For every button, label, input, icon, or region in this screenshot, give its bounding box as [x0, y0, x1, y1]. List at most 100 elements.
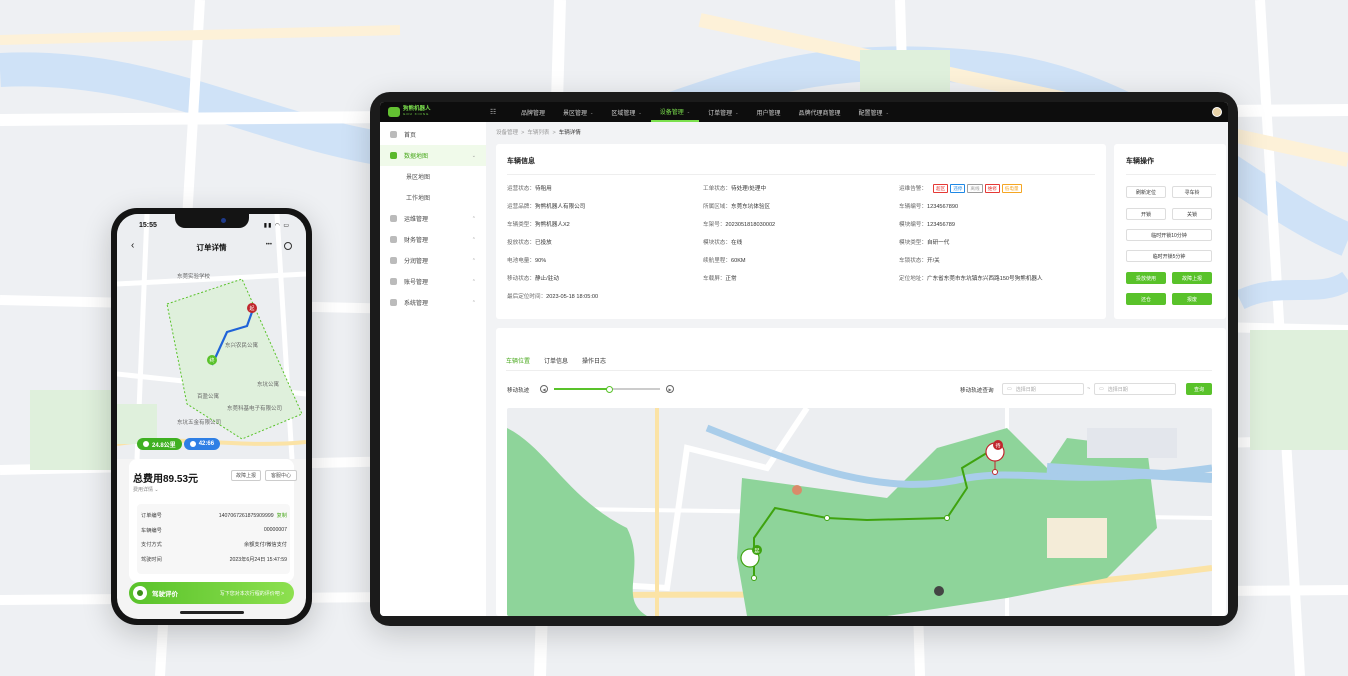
- clock-icon: [189, 441, 196, 447]
- map-icon: [390, 152, 397, 159]
- vehicle-location-map[interactable]: 待 起: [507, 408, 1212, 616]
- thumb-icon: [133, 586, 147, 600]
- rate-title: 驾驶评价: [152, 591, 178, 598]
- sidebar-item-account[interactable]: 账号管理 ⌃: [380, 271, 486, 292]
- breadcrumb-device[interactable]: 设备管理: [496, 130, 518, 136]
- start-date-input[interactable]: ▭ 选择日期: [1002, 383, 1084, 395]
- vehicle-field: 最后定位时间：2023-05-18 18:05:00: [507, 294, 599, 300]
- route-point: [751, 575, 757, 581]
- total-fee: 总费用89.53元: [133, 474, 199, 485]
- vehicle-field: 移动状态：静止/驻动: [507, 276, 559, 282]
- chevron-down-icon: ⌄: [590, 109, 594, 115]
- admin-screen: 狗熊机器人 GOU XIONG ☷ 品牌管理 景区管理 ⌄ 区域管理 ⌄ 设备管理 ⌄ 订单管理…: [380, 102, 1228, 616]
- return-warehouse-button[interactable]: 还仓: [1126, 293, 1166, 305]
- service-center-button[interactable]: 客服中心: [265, 470, 297, 481]
- calendar-icon: ▭: [1007, 386, 1012, 392]
- sidebar-item-work-map[interactable]: 工作地图: [380, 187, 486, 208]
- sidebar-item-data-map[interactable]: 数据地图 ⌄: [380, 145, 486, 166]
- poi-icon: [934, 586, 944, 596]
- phone-header: ‹ 订单详情 •••: [117, 240, 306, 256]
- deploy-button[interactable]: 投放使用: [1126, 272, 1166, 284]
- rewind-icon[interactable]: ◀: [540, 385, 548, 393]
- sidebar-item-ops[interactable]: 运维管理 ⌃: [380, 208, 486, 229]
- sidebar-item-home[interactable]: 首页: [380, 124, 486, 145]
- vehicle-field: 运营品牌：狗熊机器人有限公司: [507, 204, 586, 210]
- play-icon[interactable]: ▶: [666, 385, 674, 393]
- divider: [1126, 174, 1216, 175]
- menu-grid-icon[interactable]: ☷: [490, 108, 512, 116]
- camera-icon: [220, 218, 226, 223]
- vehicle-info-title: 车辆信息: [507, 158, 535, 165]
- detail-tabs: 车辆位置 订单信息 操作日志: [506, 356, 620, 371]
- divider: [506, 370, 1212, 371]
- order-start-pin: 起: [247, 303, 257, 313]
- tab-1[interactable]: 订单信息: [544, 356, 568, 371]
- tab-0[interactable]: 车辆位置: [506, 356, 531, 371]
- order-end-pin: 终: [207, 355, 217, 365]
- avatar[interactable]: [1212, 107, 1222, 117]
- nav-item-2[interactable]: 区域管理 ⌄: [602, 102, 650, 122]
- nav-item-6[interactable]: 品牌代理商管理: [790, 102, 850, 122]
- more-icon[interactable]: •••: [266, 242, 272, 248]
- breadcrumb-list[interactable]: 车辆列表: [527, 130, 549, 136]
- nav-item-7[interactable]: 配置管理 ⌄: [850, 102, 898, 122]
- temp-unlock-10-button[interactable]: 临时开锁10分钟: [1126, 229, 1212, 241]
- vehicle-field: 模块类型：自研一代: [899, 240, 950, 246]
- track-slider[interactable]: [554, 385, 660, 393]
- map-label: 东兴农民公寓: [225, 341, 259, 349]
- nav-item-4[interactable]: 订单管理 ⌄: [699, 102, 747, 122]
- nav-item-5[interactable]: 用户管理: [748, 102, 790, 122]
- map-label: 东莞科基电子有限公司: [227, 404, 282, 412]
- gear-icon: [390, 299, 397, 306]
- target-icon[interactable]: [284, 242, 292, 250]
- refresh-location-button[interactable]: 刷新定位: [1126, 186, 1166, 198]
- nav-item-1[interactable]: 景区管理 ⌄: [554, 102, 602, 122]
- track-slider-handle[interactable]: [605, 385, 613, 393]
- temp-unlock-5-button[interactable]: 临时开锁5分钟: [1126, 250, 1212, 262]
- nav-item-0[interactable]: 品牌管理: [512, 102, 554, 122]
- phone-frame: 东莞实验学校 东兴农民公寓 百盈公寓 东莞科基电子有限公司 东坑五金有限公司 东…: [111, 208, 312, 625]
- fee-detail-link[interactable]: 费用详情 ⌄: [133, 486, 159, 493]
- alarm-tag: 维修: [984, 184, 1000, 193]
- find-bell-button[interactable]: 寻车铃: [1172, 186, 1212, 198]
- home-indicator: [179, 611, 244, 614]
- query-button[interactable]: 查询: [1186, 383, 1212, 395]
- sidebar-item-profit[interactable]: 分润管理 ⌃: [380, 250, 486, 271]
- tab-2[interactable]: 操作日志: [582, 356, 606, 371]
- vehicle-field: 车架号：2023051818030002: [703, 222, 776, 228]
- wallet-icon: [390, 236, 397, 243]
- vehicle-field: 续航里程：60KM: [703, 258, 746, 264]
- distance-icon: [143, 441, 149, 447]
- alarm-tag: 低电量: [1001, 184, 1022, 193]
- lock-button[interactable]: 关锁: [1172, 208, 1212, 220]
- chevron-down-icon: ⌄: [885, 109, 889, 115]
- end-date-input[interactable]: ▭ 选择日期: [1094, 383, 1176, 395]
- copy-button[interactable]: 复制: [277, 513, 287, 519]
- vehicle-field: 工单状态：待处理/处理中: [703, 186, 767, 192]
- order-info-row: 支付方式 余额支付/微信支付: [141, 542, 287, 548]
- breadcrumb: 设备管理 > 车辆列表 > 车辆详情: [496, 128, 581, 136]
- fault-report-button[interactable]: 故障上报: [1172, 272, 1212, 284]
- calendar-icon: ▭: [1099, 386, 1104, 392]
- nav-item-3[interactable]: 设备管理 ⌄: [650, 102, 700, 122]
- poi-icon: [792, 485, 802, 495]
- sidebar-item-finance[interactable]: 财务管理 ⌃: [380, 229, 486, 250]
- order-info-row: 驾驶时间 2023年6月24日 15:47:59: [141, 556, 287, 563]
- rate-trip-banner[interactable]: 驾驶评价 写下您对本次行程的评价吧 >: [129, 582, 294, 604]
- share-icon: [390, 257, 397, 264]
- unlock-button[interactable]: 开锁: [1126, 208, 1166, 220]
- order-info-row: 车辆编号 00000007: [141, 526, 287, 534]
- sidebar-item-system[interactable]: 系统管理 ⌃: [380, 292, 486, 313]
- chevron-up-icon: ⌃: [471, 278, 476, 285]
- sidebar-item-scenic-map[interactable]: 景区地图: [380, 166, 486, 187]
- duration-badge: 42:66: [183, 438, 221, 450]
- phone-notch: [174, 214, 249, 228]
- scrap-button[interactable]: 报废: [1172, 293, 1212, 305]
- track-query-label: 移动轨迹查询: [960, 388, 994, 394]
- brand-logo: 狗熊机器人 GOU XIONG: [380, 106, 490, 117]
- signal-wifi-battery-icon: ▮▮ ◠ ▭: [263, 223, 290, 229]
- order-end-pin-label: 终: [209, 357, 214, 364]
- fault-report-button[interactable]: 故障上报: [231, 470, 261, 481]
- distance-badge: 24.8公里: [137, 438, 182, 450]
- chevron-up-icon: ⌃: [471, 215, 476, 222]
